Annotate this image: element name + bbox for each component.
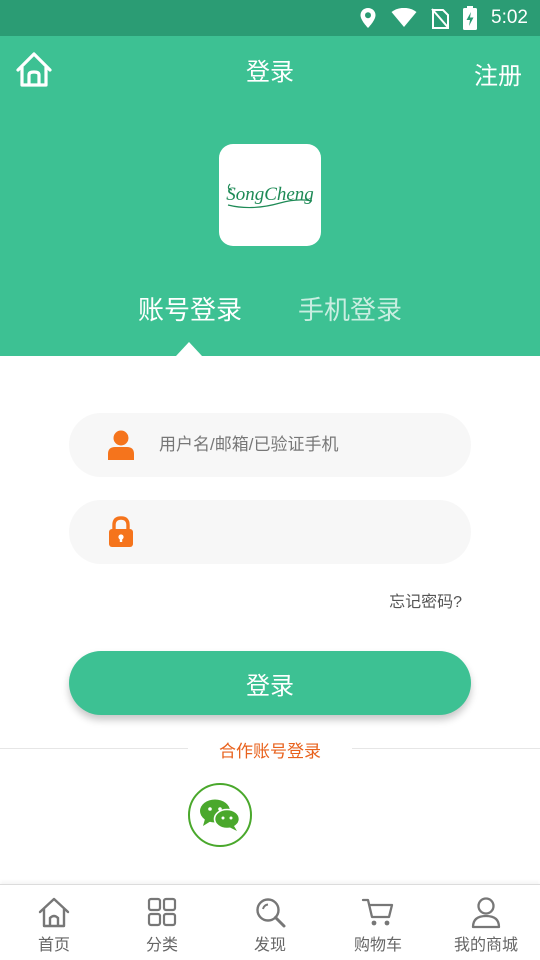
nav-item-category[interactable]: 分类 xyxy=(108,885,216,960)
tab-phone-login[interactable]: 手机登录 xyxy=(298,290,402,327)
status-icons: 5:02 xyxy=(359,5,528,31)
nav-label-category: 分类 xyxy=(145,937,178,954)
user-icon xyxy=(108,430,134,460)
nav-label-my-mall: 我的商城 xyxy=(453,937,518,954)
register-button[interactable]: 注册 xyxy=(474,56,522,91)
divider-left xyxy=(0,748,188,749)
nav-item-cart[interactable]: 购物车 xyxy=(324,885,432,960)
search-icon xyxy=(256,898,286,928)
username-input[interactable] xyxy=(159,413,449,477)
partner-login-label: 合作账号登录 xyxy=(219,742,321,761)
songcheng-logo: SongCheng xyxy=(226,183,314,209)
home-icon xyxy=(38,897,70,928)
cart-icon xyxy=(361,898,394,926)
status-time: 5:02 xyxy=(491,7,528,28)
forgot-password-link[interactable]: 忘记密码? xyxy=(389,588,462,612)
app-logo: SongCheng xyxy=(219,144,321,246)
logo-text: SongCheng xyxy=(226,184,314,205)
user-icon xyxy=(471,897,501,929)
wifi-icon xyxy=(391,8,417,27)
battery-charging-icon xyxy=(463,6,478,30)
nav-item-discover[interactable]: 发现 xyxy=(216,885,324,960)
wechat-icon xyxy=(200,799,241,831)
tab-account-login[interactable]: 账号登录 xyxy=(138,290,242,327)
bottom-nav: 首页 分类 发现 购物车 我的商城 xyxy=(0,884,540,960)
password-field[interactable] xyxy=(69,500,471,564)
active-tab-indicator xyxy=(176,342,202,356)
nav-label-cart: 购物车 xyxy=(353,937,402,954)
username-field[interactable] xyxy=(69,413,471,477)
lock-icon xyxy=(109,516,133,547)
grid-icon xyxy=(147,897,177,927)
no-sim-icon xyxy=(431,8,450,29)
status-bar: 5:02 xyxy=(0,0,540,36)
nav-label-discover: 发现 xyxy=(253,937,286,954)
nav-label-home: 首页 xyxy=(37,937,70,954)
password-input[interactable] xyxy=(159,500,449,564)
divider-right xyxy=(352,748,540,749)
nav-item-home[interactable]: 首页 xyxy=(0,885,108,960)
location-icon xyxy=(360,8,376,28)
login-button[interactable]: 登录 xyxy=(69,651,471,715)
wechat-login-button[interactable] xyxy=(188,783,252,847)
nav-item-my-mall[interactable]: 我的商城 xyxy=(432,885,540,960)
page-title: 登录 xyxy=(246,59,294,86)
header: 登录 注册 SongCheng 账号登录 手机登录 xyxy=(0,36,540,356)
